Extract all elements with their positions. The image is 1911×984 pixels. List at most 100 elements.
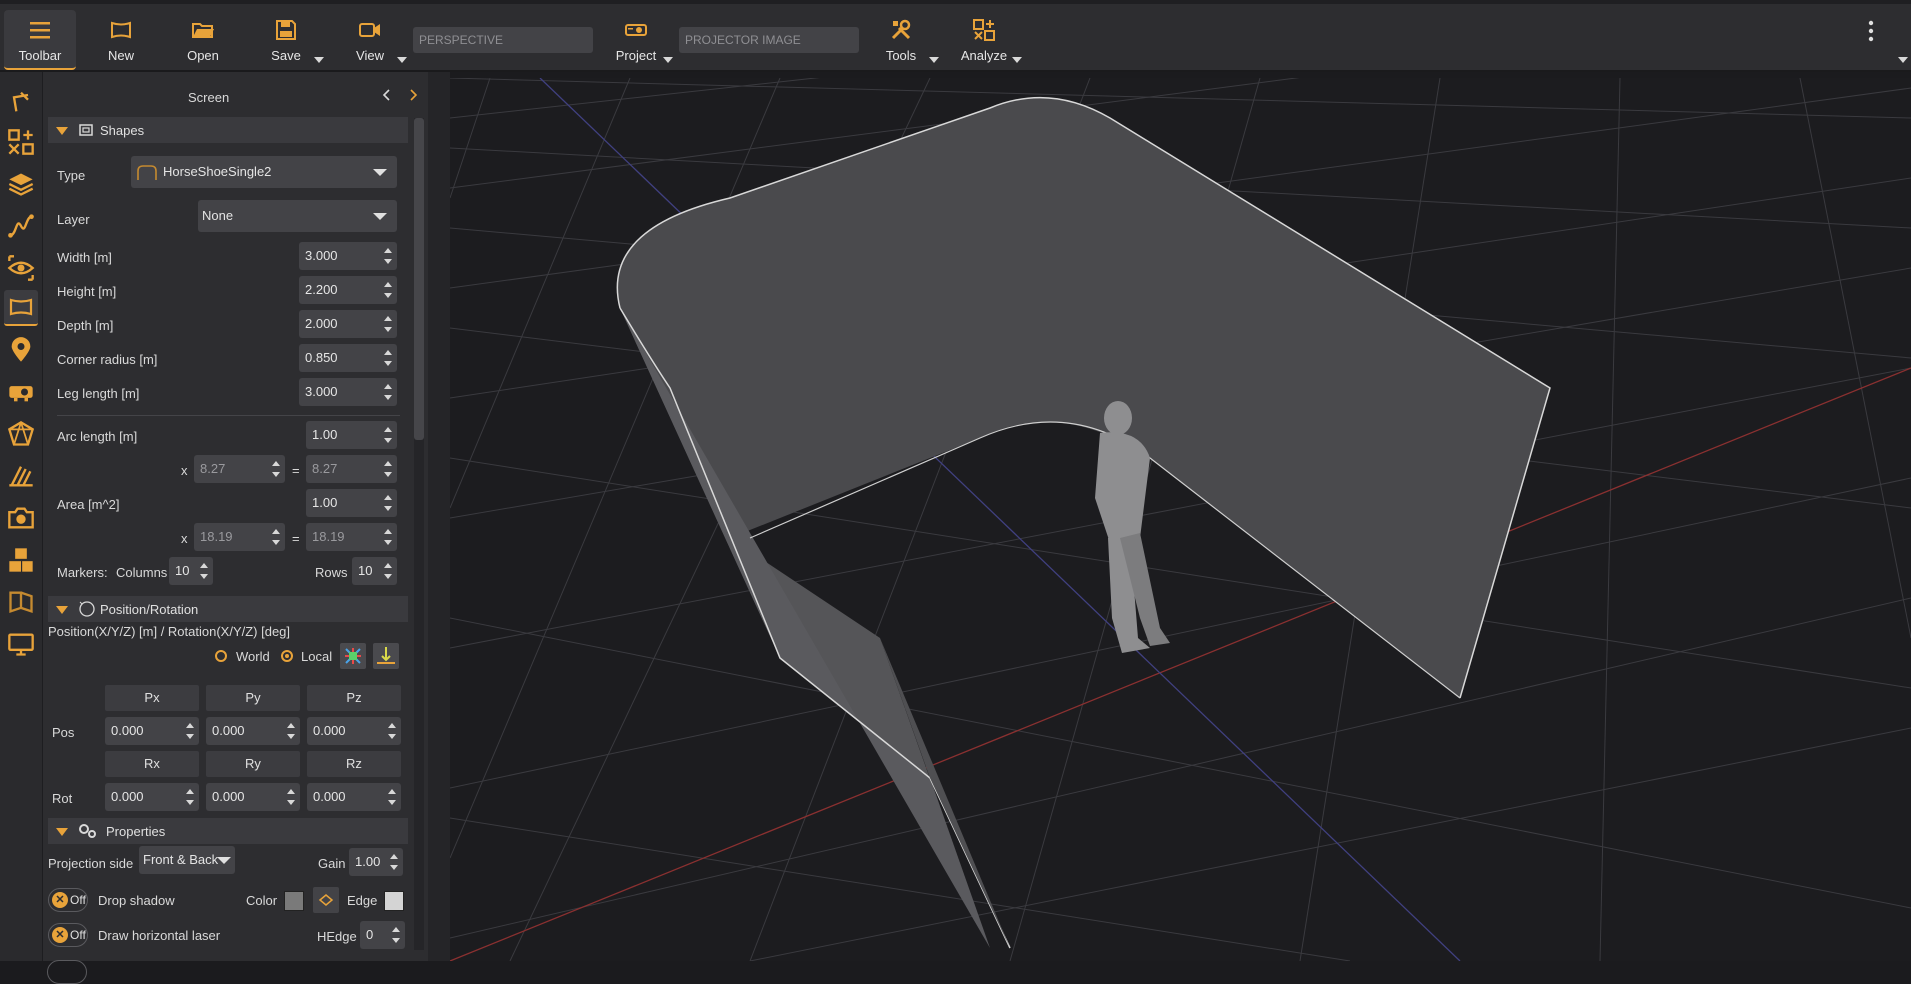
add-elements-icon[interactable] [7, 128, 35, 156]
color-swatch[interactable] [284, 891, 304, 911]
eye-view-icon[interactable] [7, 254, 35, 282]
3d-viewport[interactable] [450, 78, 1911, 961]
projector-tool-icon[interactable] [7, 378, 35, 406]
toolbar-toggle-button[interactable]: Toolbar [4, 10, 76, 70]
edge-color-swatch[interactable] [384, 891, 404, 911]
drop-shadow-toggle[interactable] [47, 960, 87, 984]
view-button[interactable]: View [335, 10, 405, 68]
save-button[interactable]: Save [251, 10, 321, 68]
open-button[interactable]: Open [168, 10, 238, 68]
depth-label: Depth [m] [57, 318, 114, 333]
hedge-input[interactable]: 0 [360, 921, 405, 949]
position-section-label: Position/Rotation [100, 602, 199, 617]
drop-shadow-toggle[interactable]: ✕ Off [48, 888, 88, 912]
shapes-section-header[interactable]: Shapes [48, 117, 408, 143]
analyze-button[interactable]: Analyze [949, 10, 1019, 68]
pos-x-value: 0.000 [111, 723, 144, 738]
curve-icon[interactable] [7, 212, 35, 240]
new-button[interactable]: New [86, 10, 156, 68]
edge-label: Edge [347, 893, 378, 908]
layers-icon[interactable] [7, 170, 35, 198]
analyze-dropdown-caret[interactable] [1012, 57, 1022, 63]
project-button[interactable]: Project [601, 10, 671, 68]
depth-input[interactable]: 2.000 [299, 310, 397, 338]
eyedropper-button[interactable] [313, 887, 339, 913]
chevron-down-icon [217, 857, 231, 864]
area-input[interactable]: 1.00 [306, 489, 397, 517]
tools-button[interactable]: Tools [866, 10, 936, 68]
camera-view-icon [359, 23, 380, 37]
area-result-input[interactable]: 18.19 [306, 523, 397, 551]
project-dropdown-caret[interactable] [663, 57, 673, 63]
tools-dropdown-caret[interactable] [929, 57, 939, 63]
shapes-section-label: Shapes [100, 123, 145, 138]
leg-length-value: 3.000 [305, 384, 338, 399]
more-menu-button[interactable] [1868, 18, 1874, 46]
area-multiplier-input[interactable]: 18.19 [194, 523, 285, 551]
horizontal-laser-toggle[interactable]: ✕ Off [48, 923, 88, 947]
scrollbar-thumb[interactable] [414, 118, 424, 440]
projection-side-dropdown[interactable]: Front & Back [139, 846, 235, 874]
blend-icon[interactable] [7, 588, 35, 616]
projector-image-field[interactable]: PROJECTOR IMAGE [679, 27, 859, 53]
blocks-icon[interactable] [7, 546, 35, 574]
toggle-state: Off [70, 928, 86, 942]
perspective-field[interactable]: PERSPECTIVE [413, 27, 593, 53]
collapse-triangle-icon [56, 828, 68, 836]
gain-input[interactable]: 1.00 [349, 848, 403, 876]
new-label: New [107, 48, 134, 63]
panel-scrollbar[interactable] [414, 118, 424, 950]
rot-y-input[interactable]: 0.000 [206, 783, 300, 811]
arc-multiplier-input[interactable]: 8.27 [194, 455, 285, 483]
local-radio[interactable] [281, 650, 293, 662]
columns-input[interactable]: 10 [169, 557, 213, 585]
pointer-tool-icon[interactable] [7, 88, 35, 116]
world-radio[interactable] [215, 650, 227, 662]
camera-icon[interactable] [7, 504, 35, 532]
height-input[interactable]: 2.200 [299, 276, 397, 304]
leg-length-label: Leg length [m] [57, 386, 140, 401]
corner-radius-input[interactable]: 0.850 [299, 344, 397, 372]
rot-z-input[interactable]: 0.000 [307, 783, 401, 811]
color-label: Color [246, 893, 278, 908]
panel-splitter[interactable] [428, 72, 450, 961]
width-input[interactable]: 3.000 [299, 242, 397, 270]
screen-leg-shade [880, 638, 1010, 948]
arc-result-input[interactable]: 8.27 [306, 455, 397, 483]
pos-z-input[interactable]: 0.000 [307, 717, 401, 745]
leg-length-input[interactable]: 3.000 [299, 378, 397, 406]
layer-dropdown[interactable]: None [198, 200, 397, 232]
screen-tool-button[interactable] [4, 290, 38, 326]
width-label: Width [m] [57, 250, 112, 265]
columns-label: Columns [116, 565, 168, 580]
corner-radius-value: 0.850 [305, 350, 338, 365]
overflow-caret[interactable] [1898, 57, 1908, 63]
monitor-icon[interactable] [7, 630, 35, 658]
rot-x-input[interactable]: 0.000 [105, 783, 199, 811]
pos-x-input[interactable]: 0.000 [105, 717, 199, 745]
properties-section-label: Properties [106, 824, 166, 839]
horizontal-laser-label: Draw horizontal laser [98, 928, 221, 943]
ry-header: Ry [206, 751, 300, 777]
rows-input[interactable]: 10 [352, 557, 397, 585]
chevron-right-icon[interactable] [409, 88, 419, 102]
location-pin-icon[interactable] [7, 336, 35, 364]
laser-lines-icon[interactable] [7, 462, 35, 490]
view-dropdown-caret[interactable] [397, 57, 407, 63]
snap-floor-icon [377, 647, 395, 664]
chevron-down-icon [373, 169, 387, 176]
mesh-icon[interactable] [7, 420, 35, 448]
main-toolbar: Toolbar New Open Save View PERSPECTIVE P… [0, 0, 1911, 72]
pos-y-input[interactable]: 0.000 [206, 717, 300, 745]
save-dropdown-caret[interactable] [314, 57, 324, 63]
position-section-header[interactable]: Position/Rotation [48, 596, 408, 622]
transform-gizmo-button[interactable] [340, 643, 366, 669]
screen-icon [9, 298, 33, 316]
rz-header: Rz [307, 751, 401, 777]
screen-new-icon [111, 21, 131, 39]
arc-length-input[interactable]: 1.00 [306, 421, 397, 449]
snap-to-floor-button[interactable] [373, 643, 399, 669]
chevron-left-icon[interactable] [381, 88, 391, 102]
properties-section-header[interactable]: Properties [48, 818, 408, 844]
type-dropdown[interactable]: HorseShoeSingle2 [131, 156, 397, 188]
